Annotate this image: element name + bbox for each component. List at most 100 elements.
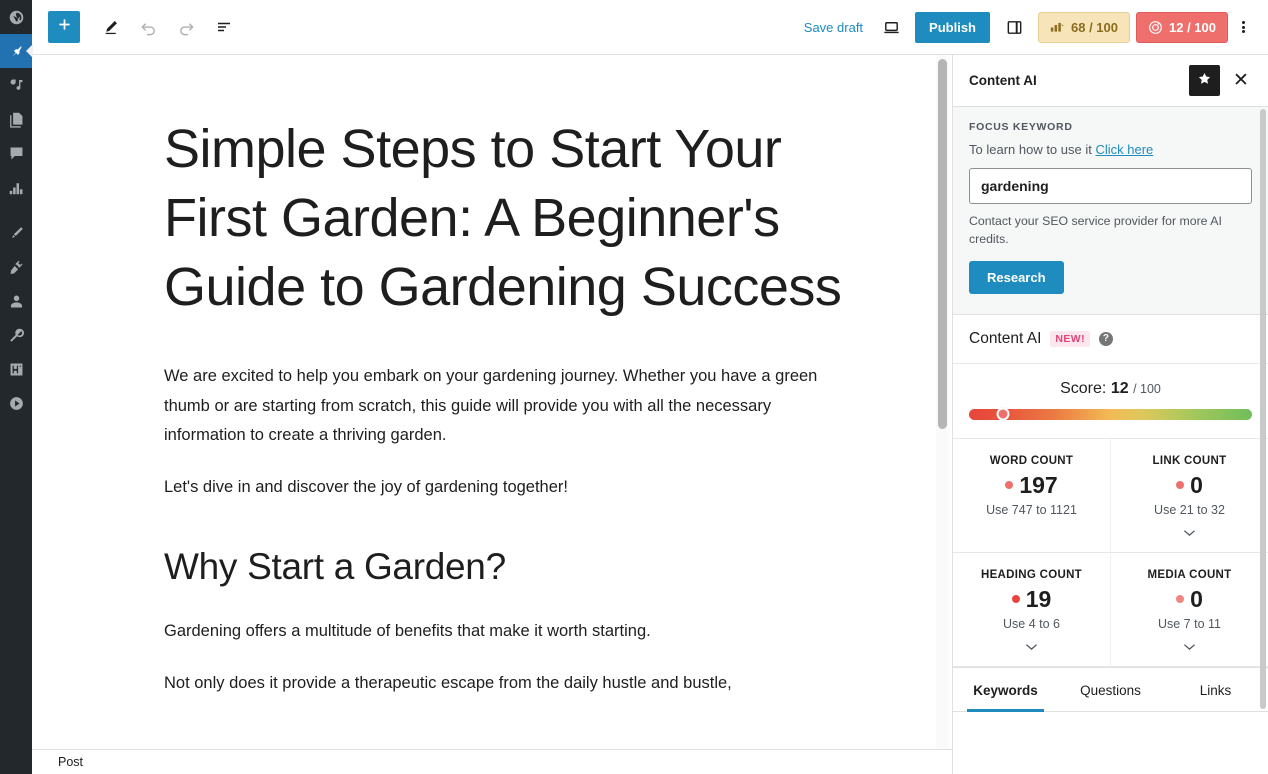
post-paragraph-3[interactable]: Gardening offers a multitude of benefits… [164, 617, 842, 646]
save-draft-button[interactable]: Save draft [794, 14, 873, 41]
dashboard-icon [8, 9, 25, 26]
tab-links[interactable]: Links [1163, 668, 1268, 711]
tab-questions[interactable]: Questions [1058, 668, 1163, 711]
rail-item-tools[interactable] [0, 318, 32, 352]
chevron-down-icon [1183, 638, 1196, 656]
preview-button[interactable] [873, 9, 909, 45]
content-ai-score-badge[interactable]: 12 / 100 [1136, 11, 1228, 43]
rail-item-appearance[interactable] [0, 216, 32, 250]
sliders-icon [8, 361, 25, 378]
publish-button[interactable]: Publish [915, 11, 990, 43]
editor-scrollbar[interactable] [938, 59, 947, 429]
content-ai-icon [1148, 20, 1163, 35]
content-metrics-grid: WORD COUNT 197 Use 747 to 1121 LINK COUN… [953, 437, 1268, 667]
content-ai-score-section: Score: 12 / 100 [953, 364, 1268, 438]
post-heading-2[interactable]: Why Start a Garden? [164, 543, 842, 591]
new-badge: NEW! [1050, 330, 1090, 347]
sidebar-title: Content AI [969, 73, 1037, 88]
post-paragraph-4[interactable]: Not only does it provide a therapeutic e… [164, 669, 842, 698]
breadcrumb[interactable]: Post [58, 755, 83, 769]
score-gradient-bar [969, 407, 1252, 421]
metric-value-row: 197 [961, 471, 1102, 498]
plug-icon [8, 259, 25, 276]
expand-link-count-button[interactable] [1119, 524, 1260, 542]
post-title[interactable]: Simple Steps to Start Your First Garden:… [164, 115, 842, 322]
close-sidebar-button[interactable]: ✕ [1228, 68, 1254, 94]
score-prefix: Score: [1060, 379, 1107, 397]
rail-item-media[interactable] [0, 68, 32, 102]
seo-bars-icon [1050, 21, 1065, 34]
play-circle-icon [8, 395, 25, 412]
focus-keyword-input[interactable] [969, 168, 1252, 204]
rail-item-analytics[interactable] [0, 170, 32, 204]
sidebar-scrollbar[interactable] [1260, 109, 1266, 709]
rail-item-posts[interactable] [0, 34, 32, 68]
rail-item-plugins[interactable] [0, 250, 32, 284]
add-block-button[interactable] [48, 11, 80, 43]
expand-heading-count-button[interactable] [961, 638, 1102, 656]
metric-value-row: 0 [1119, 473, 1260, 497]
status-dot [1011, 595, 1020, 604]
sidebar-tabs: Keywords Questions Links [953, 666, 1268, 712]
metric-number: 0 [1190, 585, 1203, 612]
seo-score-badge[interactable]: 68 / 100 [1038, 11, 1130, 43]
expand-media-count-button[interactable] [1119, 638, 1260, 656]
pages-icon [8, 111, 25, 128]
focus-keyword-help-text: To learn how to use it [969, 142, 1092, 157]
redo-button[interactable] [168, 9, 204, 45]
rail-item-pages[interactable] [0, 102, 32, 136]
rail-item-comments[interactable] [0, 136, 32, 170]
plus-icon [56, 16, 73, 38]
metric-label: MEDIA COUNT [1147, 568, 1232, 581]
metric-label: HEADING COUNT [980, 568, 1082, 581]
metric-heading-count: HEADING COUNT 19 Use 4 to 6 [953, 553, 1110, 666]
tools-button[interactable] [92, 9, 128, 45]
score-text: Score: 12 / 100 [969, 380, 1252, 398]
post-content: Simple Steps to Start Your First Garden:… [32, 55, 952, 699]
metric-media-count: MEDIA COUNT 0 Use 7 to 11 [1110, 552, 1268, 666]
rail-item-users[interactable] [0, 284, 32, 318]
favorite-button[interactable] [1189, 65, 1220, 96]
metric-number: 197 [1019, 471, 1058, 498]
undo-icon [139, 18, 158, 37]
sidebar-header: Content AI ✕ [953, 55, 1268, 107]
score-indicator [996, 407, 1010, 421]
metric-word-count: WORD COUNT 197 Use 747 to 1121 [953, 439, 1110, 552]
sidebar-header-actions: ✕ [1189, 65, 1254, 96]
close-icon: ✕ [1233, 70, 1249, 91]
post-paragraph-2[interactable]: Let's dive in and discover the joy of ga… [164, 473, 842, 502]
status-dot [1176, 595, 1185, 604]
rail-item-settings[interactable] [0, 352, 32, 386]
ai-credits-note: Contact your SEO service provider for mo… [969, 214, 1222, 246]
rail-item-dashboard[interactable] [0, 0, 32, 34]
undo-button[interactable] [130, 9, 166, 45]
rail-item-collapse[interactable] [0, 386, 32, 420]
metric-label: LINK COUNT [1152, 454, 1227, 467]
content-ai-section-header: Content AI NEW! ? [953, 315, 1268, 364]
metric-link-count: LINK COUNT 0 Use 21 to 32 [1110, 438, 1268, 552]
comment-icon [8, 145, 25, 162]
media-icon [8, 77, 25, 94]
metrics-row-1: WORD COUNT 197 Use 747 to 1121 LINK COUN… [953, 438, 1268, 553]
more-options-button[interactable] [1228, 9, 1258, 45]
pencil-icon [101, 18, 120, 37]
focus-keyword-label: FOCUS KEYWORD [969, 121, 1073, 133]
help-icon[interactable]: ? [1098, 331, 1113, 346]
metric-number: 19 [1025, 585, 1052, 612]
status-dot [1005, 481, 1014, 490]
toolbar-right-group: Save draft Publish 68 / 100 12 / 100 [794, 9, 1268, 45]
wp-admin-sidebar [0, 0, 32, 774]
rail-divider [0, 204, 32, 216]
editor-canvas[interactable]: Simple Steps to Start Your First Garden:… [32, 55, 952, 749]
wordpress-editor-window: Save draft Publish 68 / 100 12 / 100 Sim… [0, 0, 1268, 774]
focus-keyword-section: FOCUS KEYWORD To learn how to use it Cli… [953, 107, 1268, 315]
focus-keyword-help-link[interactable]: Click here [1095, 142, 1153, 157]
kebab-menu-icon [1241, 20, 1245, 35]
settings-sidebar-button[interactable] [996, 9, 1032, 45]
post-paragraph-1[interactable]: We are excited to help you embark on you… [164, 362, 842, 450]
research-button[interactable]: Research [969, 260, 1064, 294]
chevron-down-icon [1025, 638, 1038, 656]
tab-keywords[interactable]: Keywords [953, 668, 1058, 712]
editor-toolbar: Save draft Publish 68 / 100 12 / 100 [32, 0, 1268, 55]
details-button[interactable] [206, 9, 242, 45]
